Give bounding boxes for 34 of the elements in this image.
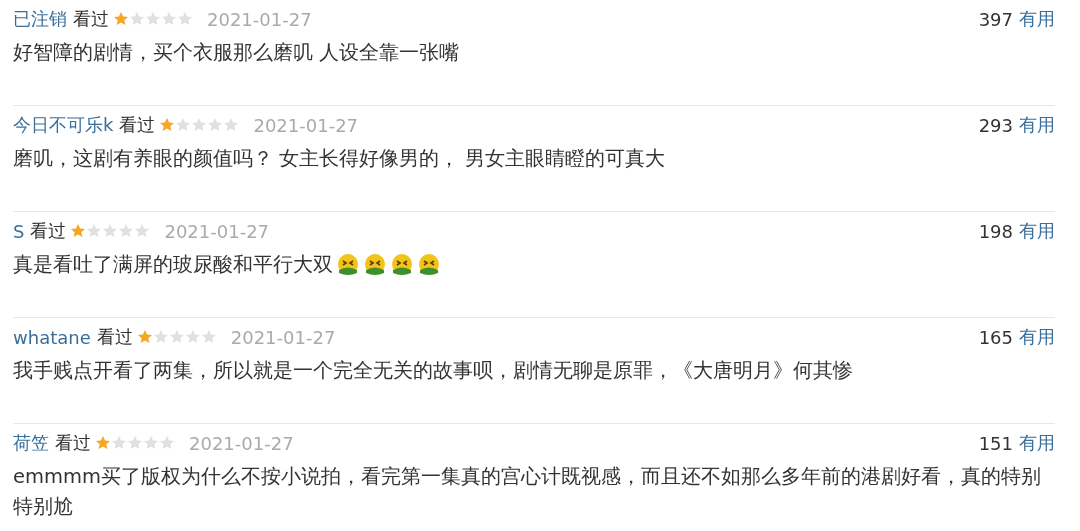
useful-link[interactable]: 有用 [1019,431,1055,455]
watch-status: 看过 [55,431,91,455]
review-text: 真是看吐了满屏的玻尿酸和平行大双 [13,252,333,278]
vote-count: 165 [978,326,1013,348]
review-date: 2021-01-27 [253,114,359,136]
sick-face-icon [363,253,387,277]
review-text: emmmm买了版权为什么不按小说拍，看完第一集真的宫心计既视感，而且还不如那么多年前的港剧好看，真的特别特别尬 [13,464,1042,520]
useful-link[interactable]: 有用 [1019,325,1055,349]
review-text: 磨叽，这剧有养眼的颜值吗？ 女主长得好像男的， 男女主眼睛瞪的可真大 [13,146,666,172]
watch-status: 看过 [119,113,156,137]
vote-count: 397 [978,8,1013,30]
watch-status: 看过 [30,219,67,243]
user-link[interactable]: S [13,220,25,242]
sick-face-icon [390,253,414,277]
vote-count: 151 [978,432,1013,454]
vote-count: 198 [978,220,1013,242]
vote-count: 293 [978,114,1013,136]
user-link[interactable]: 荷笠 [13,431,49,455]
review-date: 2021-01-27 [207,8,312,30]
review-text: 我手贱点开看了两集，所以就是一个完全无关的故事呗，剧情无聊是原罪，《大唐明月》何其惨 [13,358,853,384]
sick-face-icon [336,253,360,277]
review-text: 好智障的剧情，买个衣服那么磨叽 人设全靠一张嘴 [13,40,460,66]
useful-link[interactable]: 有用 [1019,219,1055,243]
user-link[interactable]: 已注销 [13,7,67,31]
user-link[interactable]: 今日不可乐k [13,113,114,137]
user-link[interactable]: whatane [13,326,91,348]
review-date: 2021-01-27 [189,432,294,454]
useful-link[interactable]: 有用 [1019,7,1055,31]
useful-link[interactable]: 有用 [1019,113,1055,137]
watch-status: 看过 [96,325,133,349]
watch-status: 看过 [73,7,109,31]
sick-face-icon [417,253,441,277]
review-date: 2021-01-27 [230,326,336,348]
review-date: 2021-01-27 [164,220,270,242]
